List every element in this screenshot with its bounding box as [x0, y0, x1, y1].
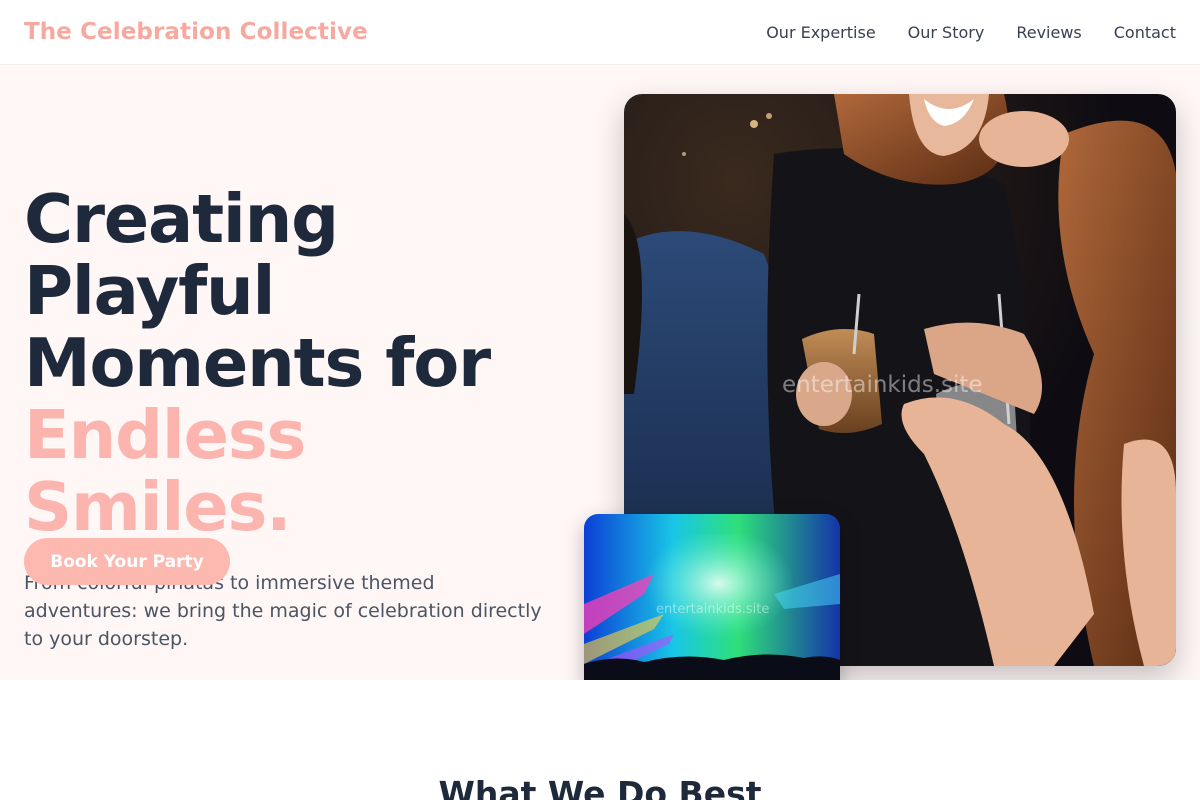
- brand-logo-text[interactable]: The Celebration Collective: [24, 19, 368, 45]
- nav-link-reviews[interactable]: Reviews: [1016, 23, 1081, 42]
- hero-title-line-2: Moments for: [24, 324, 491, 402]
- hero-title-accent: Endless Smiles.: [24, 396, 306, 546]
- image-watermark: entertainkids.site: [782, 372, 983, 398]
- concert-lights-image: entertainkids.site: [584, 514, 840, 680]
- concert-photo-illustration: [584, 514, 840, 680]
- book-your-party-button[interactable]: Book Your Party: [24, 538, 230, 585]
- main-nav: Our Expertise Our Story Reviews Contact: [766, 23, 1176, 42]
- nav-link-our-story[interactable]: Our Story: [908, 23, 985, 42]
- image-watermark-small: entertainkids.site: [656, 602, 770, 617]
- nav-link-contact[interactable]: Contact: [1114, 23, 1176, 42]
- hero-title: Creating Playful Moments for Endless Smi…: [24, 183, 584, 543]
- hero-section: Creating Playful Moments for Endless Smi…: [0, 65, 1200, 680]
- hero-title-line-1: Creating Playful: [24, 180, 339, 330]
- section-title: What We Do Best: [438, 774, 762, 800]
- nav-link-our-expertise[interactable]: Our Expertise: [766, 23, 875, 42]
- site-header: The Celebration Collective Our Expertise…: [0, 0, 1200, 65]
